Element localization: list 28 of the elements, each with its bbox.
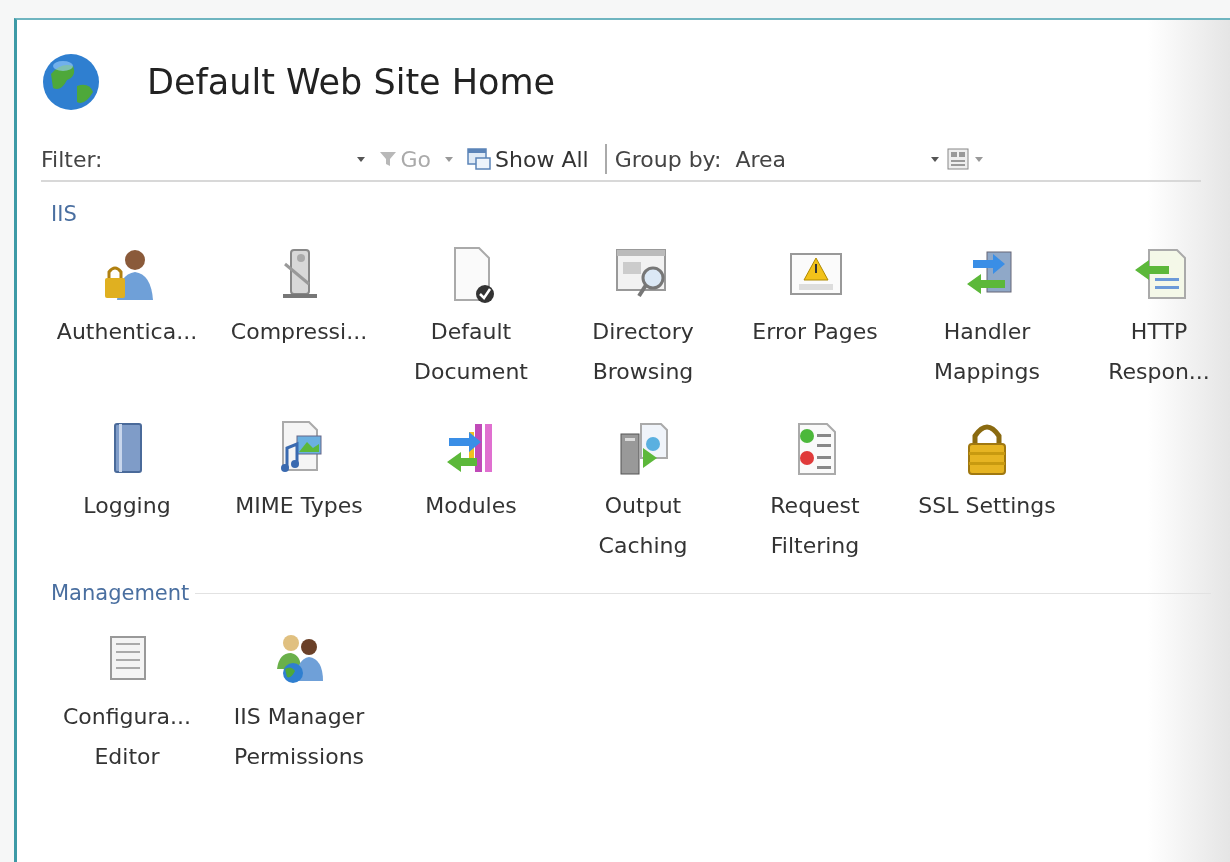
feature-item[interactable]: Request Filtering [729,406,901,580]
feature-item[interactable]: IIS Manager Permissions [213,617,385,791]
feature-item[interactable]: Output Caching [557,406,729,580]
view-icon [947,148,970,170]
group-heading: IIS [51,202,77,226]
caret-icon[interactable] [931,156,940,162]
globe-icon [41,52,101,112]
feature-item[interactable]: Logging [41,406,213,580]
caret-icon[interactable] [356,156,365,162]
page-title: Default Web Site Home [147,62,556,102]
show-all-button[interactable]: Show All [459,146,597,172]
feature-item[interactable]: Error Pages [729,232,901,406]
window-icon [467,148,492,170]
group-heading: Management [51,581,190,605]
group-by-label: Group by: [614,146,722,172]
feature-item[interactable]: Modules [385,406,557,580]
feature-item[interactable]: Directory Browsing [557,232,729,406]
feature-item[interactable]: HTTP Respon... [1073,232,1230,406]
feature-item[interactable]: Handler Mappings [901,232,1073,406]
feature-item[interactable]: Compressi... [213,232,385,406]
feature-item[interactable]: SSL Settings [901,406,1073,580]
group-by-dropdown[interactable]: Area [735,143,946,175]
feature-item[interactable]: Configura... Editor [41,617,213,791]
feature-item[interactable]: MIME Types [213,406,385,580]
filter-label: Filter: [41,146,103,172]
feature-item[interactable]: Default Document [385,232,557,406]
feature-item[interactable]: Authentica... [41,232,213,406]
funnel-icon [378,150,397,168]
